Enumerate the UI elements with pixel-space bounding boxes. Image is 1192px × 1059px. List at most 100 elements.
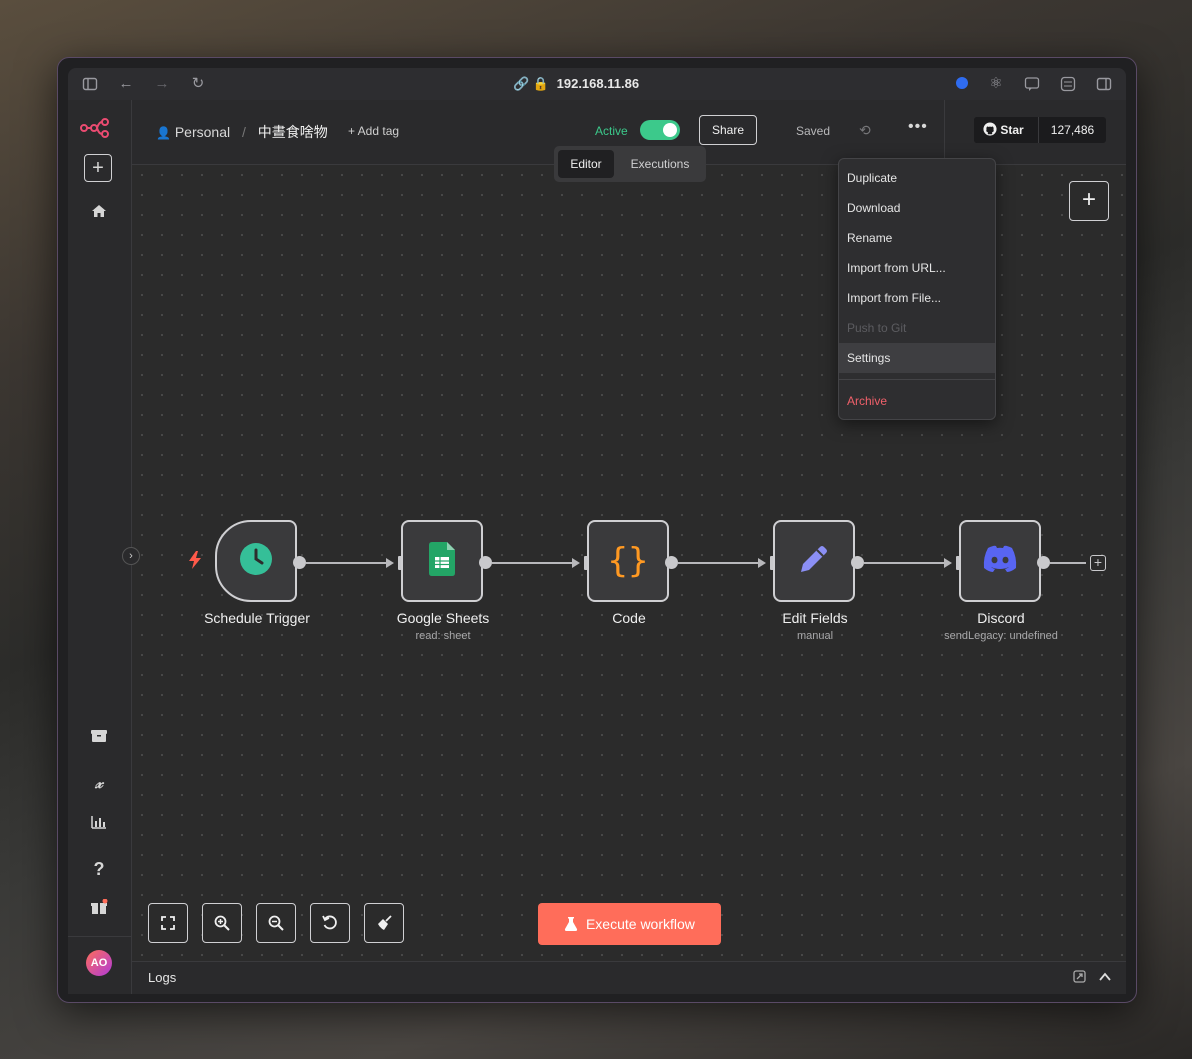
connection-edge [678, 562, 760, 564]
browser-window: ← → ↻ 🔗 🔒 192.168.11.86 ⚛ + 𝓍 ? AO 👤 Per… [57, 57, 1137, 1003]
back-icon[interactable]: ← [118, 76, 134, 92]
menu-item-duplicate[interactable]: Duplicate [839, 163, 995, 193]
saved-status: Saved [796, 124, 831, 138]
extension-blue-dot-icon[interactable] [954, 76, 970, 92]
node-label: Code [612, 610, 646, 626]
browser-toolbar: ← → ↻ 🔗 🔒 192.168.11.86 ⚛ [68, 68, 1126, 100]
output-port[interactable] [1037, 556, 1050, 569]
settings-extension-icon[interactable] [1060, 76, 1076, 92]
whats-new-gift-icon[interactable] [84, 898, 114, 924]
fit-view-button[interactable] [148, 903, 188, 943]
menu-item-download[interactable]: Download [839, 193, 995, 223]
menu-item-import-file[interactable]: Import from File... [839, 283, 995, 313]
menu-item-archive[interactable]: Archive [839, 386, 995, 416]
connection-edge [1050, 562, 1086, 564]
workflow-options-menu: Duplicate Download Rename Import from UR… [838, 158, 996, 420]
menu-item-settings[interactable]: Settings [839, 343, 995, 373]
workflow-name[interactable]: 中晝食啥物 [258, 124, 328, 140]
home-icon[interactable] [84, 202, 114, 228]
share-button[interactable]: Share [699, 115, 757, 145]
templates-box-icon[interactable] [84, 726, 114, 752]
user-icon: 👤 [156, 126, 171, 140]
toggle-knob [663, 123, 677, 137]
output-port[interactable] [665, 556, 678, 569]
node-label: Edit Fields [782, 610, 848, 626]
chat-extension-icon[interactable] [1024, 76, 1040, 92]
logs-label: Logs [148, 970, 177, 985]
node-edit-fields[interactable] [773, 520, 855, 602]
reload-icon[interactable]: ↻ [190, 76, 206, 92]
breadcrumb: 👤 Personal / 中晝食啥物 [156, 122, 328, 142]
user-avatar[interactable]: AO [86, 950, 112, 976]
node-code[interactable]: {} [587, 520, 669, 602]
output-port[interactable] [851, 556, 864, 569]
github-star-widget[interactable]: Star 127,486 [974, 117, 1106, 143]
tab-executions[interactable]: Executions [618, 150, 702, 178]
forward-icon[interactable]: → [154, 76, 170, 92]
github-star-button[interactable]: Star [974, 117, 1039, 143]
node-label: Google Sheets [396, 610, 490, 626]
menu-item-push-to-git: Push to Git [847, 321, 907, 335]
undo-icon [322, 915, 337, 930]
pop-out-icon[interactable] [1073, 970, 1086, 988]
zoom-out-icon [268, 915, 284, 931]
menu-item-rename[interactable]: Rename [839, 223, 995, 253]
github-icon [983, 122, 1000, 137]
menu-item-import-url[interactable]: Import from URL... [839, 253, 995, 283]
add-node-button[interactable]: + [1069, 181, 1109, 221]
help-question-icon[interactable]: ? [84, 856, 114, 882]
breadcrumb-separator: / [242, 124, 246, 140]
split-view-icon[interactable] [1096, 76, 1112, 92]
more-options-icon[interactable]: ••• [908, 118, 928, 136]
react-devtools-icon[interactable]: ⚛ [988, 76, 1004, 92]
insights-chart-icon[interactable] [84, 812, 114, 838]
connection-edge [864, 562, 946, 564]
node-schedule-trigger[interactable] [215, 520, 297, 602]
discord-icon [982, 545, 1018, 578]
sidebar-divider [68, 936, 131, 937]
fullscreen-icon [161, 916, 175, 930]
breadcrumb-project[interactable]: Personal [175, 124, 230, 140]
zoom-out-button[interactable] [256, 903, 296, 943]
node-subtitle: read: sheet [415, 630, 471, 642]
google-sheets-icon [429, 541, 455, 581]
header-divider [944, 100, 945, 164]
github-star-count: 127,486 [1050, 123, 1095, 137]
main-sidebar: + 𝓍 ? AO [68, 100, 132, 994]
create-plus-icon[interactable]: + [84, 154, 112, 182]
node-label: Schedule Trigger [204, 610, 310, 626]
insecure-lock-icon: 🔒 [532, 76, 549, 91]
tab-editor[interactable]: Editor [558, 150, 614, 178]
pencil-icon [797, 542, 831, 581]
connection-edge [306, 562, 388, 564]
address-bar[interactable]: 🔗 🔒 192.168.11.86 [513, 76, 639, 92]
view-tabs: Editor Executions [554, 146, 706, 182]
sidebar-toggle-icon[interactable] [82, 76, 98, 92]
connection-arrow [944, 558, 952, 568]
active-label: Active [595, 124, 628, 138]
variables-icon[interactable]: 𝓍 [84, 770, 114, 796]
output-port[interactable] [293, 556, 306, 569]
reset-zoom-button[interactable] [310, 903, 350, 943]
node-discord[interactable] [959, 520, 1041, 602]
add-next-node-plus-icon[interactable]: + [1090, 555, 1106, 571]
trigger-bolt-icon [188, 551, 202, 574]
link-icon: 🔗 [513, 76, 530, 91]
expand-panel-chevron-icon[interactable]: › [122, 547, 140, 565]
node-subtitle: manual [796, 630, 834, 642]
zoom-in-button[interactable] [202, 903, 242, 943]
connection-arrow [758, 558, 766, 568]
execute-workflow-button[interactable]: Execute workflow [538, 903, 721, 945]
menu-divider [839, 379, 995, 380]
chevron-up-icon[interactable] [1098, 970, 1112, 989]
n8n-logo-icon[interactable] [80, 114, 114, 140]
broom-icon [378, 915, 392, 930]
active-toggle[interactable] [640, 120, 680, 140]
node-google-sheets[interactable] [401, 520, 483, 602]
output-port[interactable] [479, 556, 492, 569]
history-icon[interactable]: ⟲ [859, 122, 871, 139]
logs-panel-bar[interactable]: Logs [132, 961, 1126, 994]
node-label: Discord [977, 610, 1025, 626]
add-tag-button[interactable]: + Add tag [348, 124, 399, 138]
tidy-up-button[interactable] [364, 903, 404, 943]
